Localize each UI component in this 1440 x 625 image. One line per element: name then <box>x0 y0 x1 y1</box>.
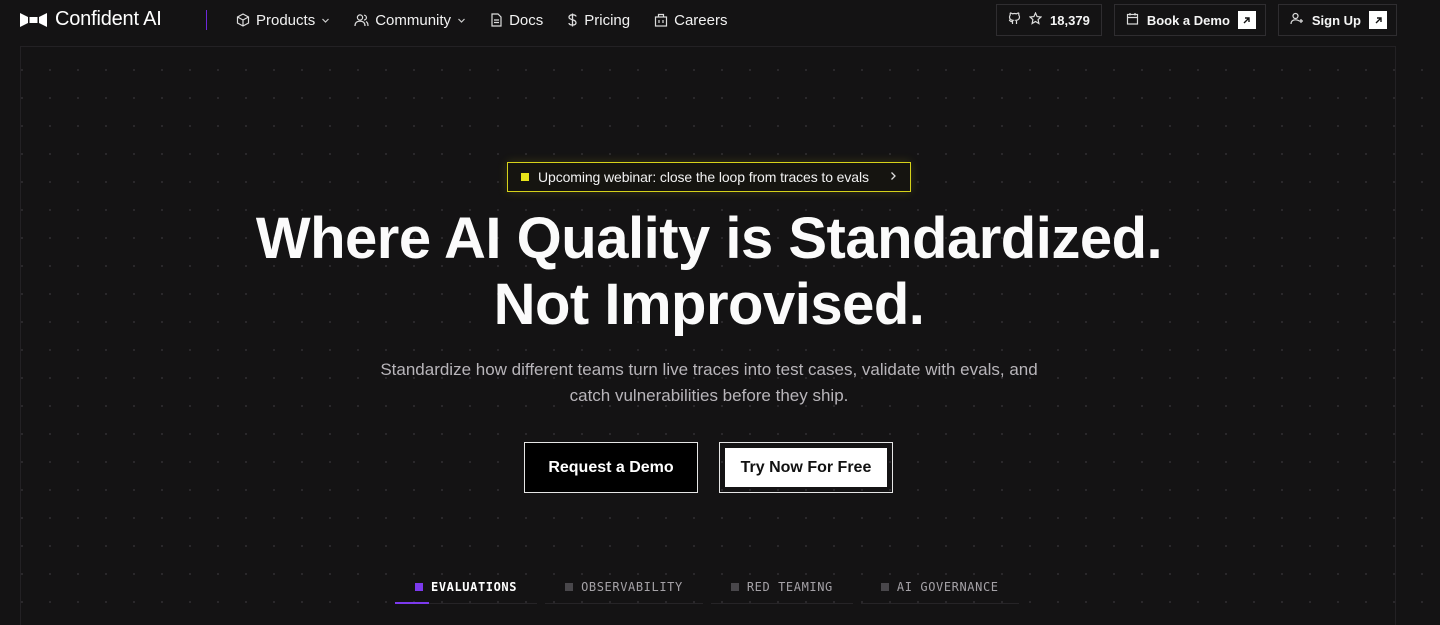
github-icon <box>1008 12 1021 28</box>
book-demo-button[interactable]: Book a Demo <box>1113 4 1266 36</box>
brand-logo-link[interactable]: Confident AI <box>20 8 162 31</box>
tab-label: AI GOVERNANCE <box>896 579 999 594</box>
hero-subtext: Standardize how different teams turn liv… <box>0 357 1418 409</box>
building-icon <box>654 13 668 27</box>
nav-item-docs[interactable]: Docs <box>490 12 543 29</box>
hero-cta-row: Request a Demo Try Now For Free <box>524 442 893 493</box>
calendar-icon <box>1126 12 1139 28</box>
arrow-up-right-icon <box>1237 11 1256 29</box>
tab-label: OBSERVABILITY <box>581 579 683 594</box>
page: Confident AI Products Community Docs Pri… <box>0 0 1440 625</box>
nav-item-label: Products <box>256 11 316 29</box>
nav-item-label: Pricing <box>584 11 631 29</box>
arrow-up-right-icon <box>1369 11 1387 29</box>
tab-indicator-square <box>565 582 574 591</box>
user-plus-icon <box>1290 12 1304 28</box>
chevron-down-icon <box>457 16 466 25</box>
document-icon <box>490 13 503 27</box>
request-demo-button[interactable]: Request a Demo <box>524 442 698 493</box>
brand-divider <box>206 10 207 30</box>
nav-item-products[interactable]: Products <box>236 12 330 29</box>
chevron-right-icon <box>889 168 897 186</box>
main-menu: Products Community Docs Pricing Careers <box>236 0 727 40</box>
users-icon <box>354 13 369 27</box>
webinar-banner[interactable]: Upcoming webinar: close the loop from tr… <box>507 162 911 192</box>
tab-indicator-square <box>730 582 739 591</box>
star-icon <box>1028 11 1043 28</box>
cube-icon <box>236 13 250 27</box>
tab-indicator-square <box>415 582 423 591</box>
dollar-icon <box>567 13 578 27</box>
github-stars-button[interactable]: 18,379 <box>996 4 1102 36</box>
sign-up-label: Sign Up <box>1311 12 1361 28</box>
tab-observability[interactable]: OBSERVABILITY <box>545 570 703 604</box>
chevron-down-icon <box>321 16 330 25</box>
brand-name: Confident AI <box>55 8 162 30</box>
sign-up-button[interactable]: Sign Up <box>1277 4 1397 36</box>
nav-item-label: Docs <box>509 11 544 29</box>
hero-headline: Where AI Quality is Standardized. Not Im… <box>0 206 1418 338</box>
tab-evaluations[interactable]: EVALUATIONS <box>395 570 538 604</box>
nav-item-label: Careers <box>674 11 728 29</box>
webinar-banner-text: Upcoming webinar: close the loop from tr… <box>538 169 869 185</box>
nav-actions: 18,379 Book a Demo Sign Up <box>996 4 1397 36</box>
nav-item-careers[interactable]: Careers <box>654 12 727 29</box>
top-navigation: Confident AI Products Community Docs Pri… <box>0 0 1440 40</box>
tab-label: RED TEAMING <box>746 579 833 594</box>
hero-headline-line-2: Not Improvised. <box>493 272 925 337</box>
tab-red-teaming[interactable]: RED TEAMING <box>710 570 853 604</box>
confident-ai-logo-icon <box>20 12 47 27</box>
tab-indicator-square <box>880 582 889 591</box>
product-tabs: EVALUATIONS OBSERVABILITY RED TEAMING AI… <box>395 570 1019 604</box>
tab-ai-governance[interactable]: AI GOVERNANCE <box>860 570 1019 604</box>
nav-item-community[interactable]: Community <box>354 12 466 29</box>
hero-headline-line-1: Where AI Quality is Standardized. <box>255 206 1163 271</box>
nav-item-label: Community <box>375 11 452 29</box>
try-now-button[interactable]: Try Now For Free <box>719 442 893 493</box>
try-now-button-label: Try Now For Free <box>725 448 887 487</box>
tab-label: EVALUATIONS <box>431 579 518 594</box>
yellow-square-icon <box>521 173 529 181</box>
hero-subtext-line-2: catch vulnerabilities before they ship. <box>569 386 849 405</box>
nav-item-pricing[interactable]: Pricing <box>567 12 630 29</box>
github-star-count: 18,379 <box>1050 12 1090 28</box>
hero-subtext-line-1: Standardize how different teams turn liv… <box>380 360 1038 379</box>
book-demo-label: Book a Demo <box>1146 12 1230 28</box>
